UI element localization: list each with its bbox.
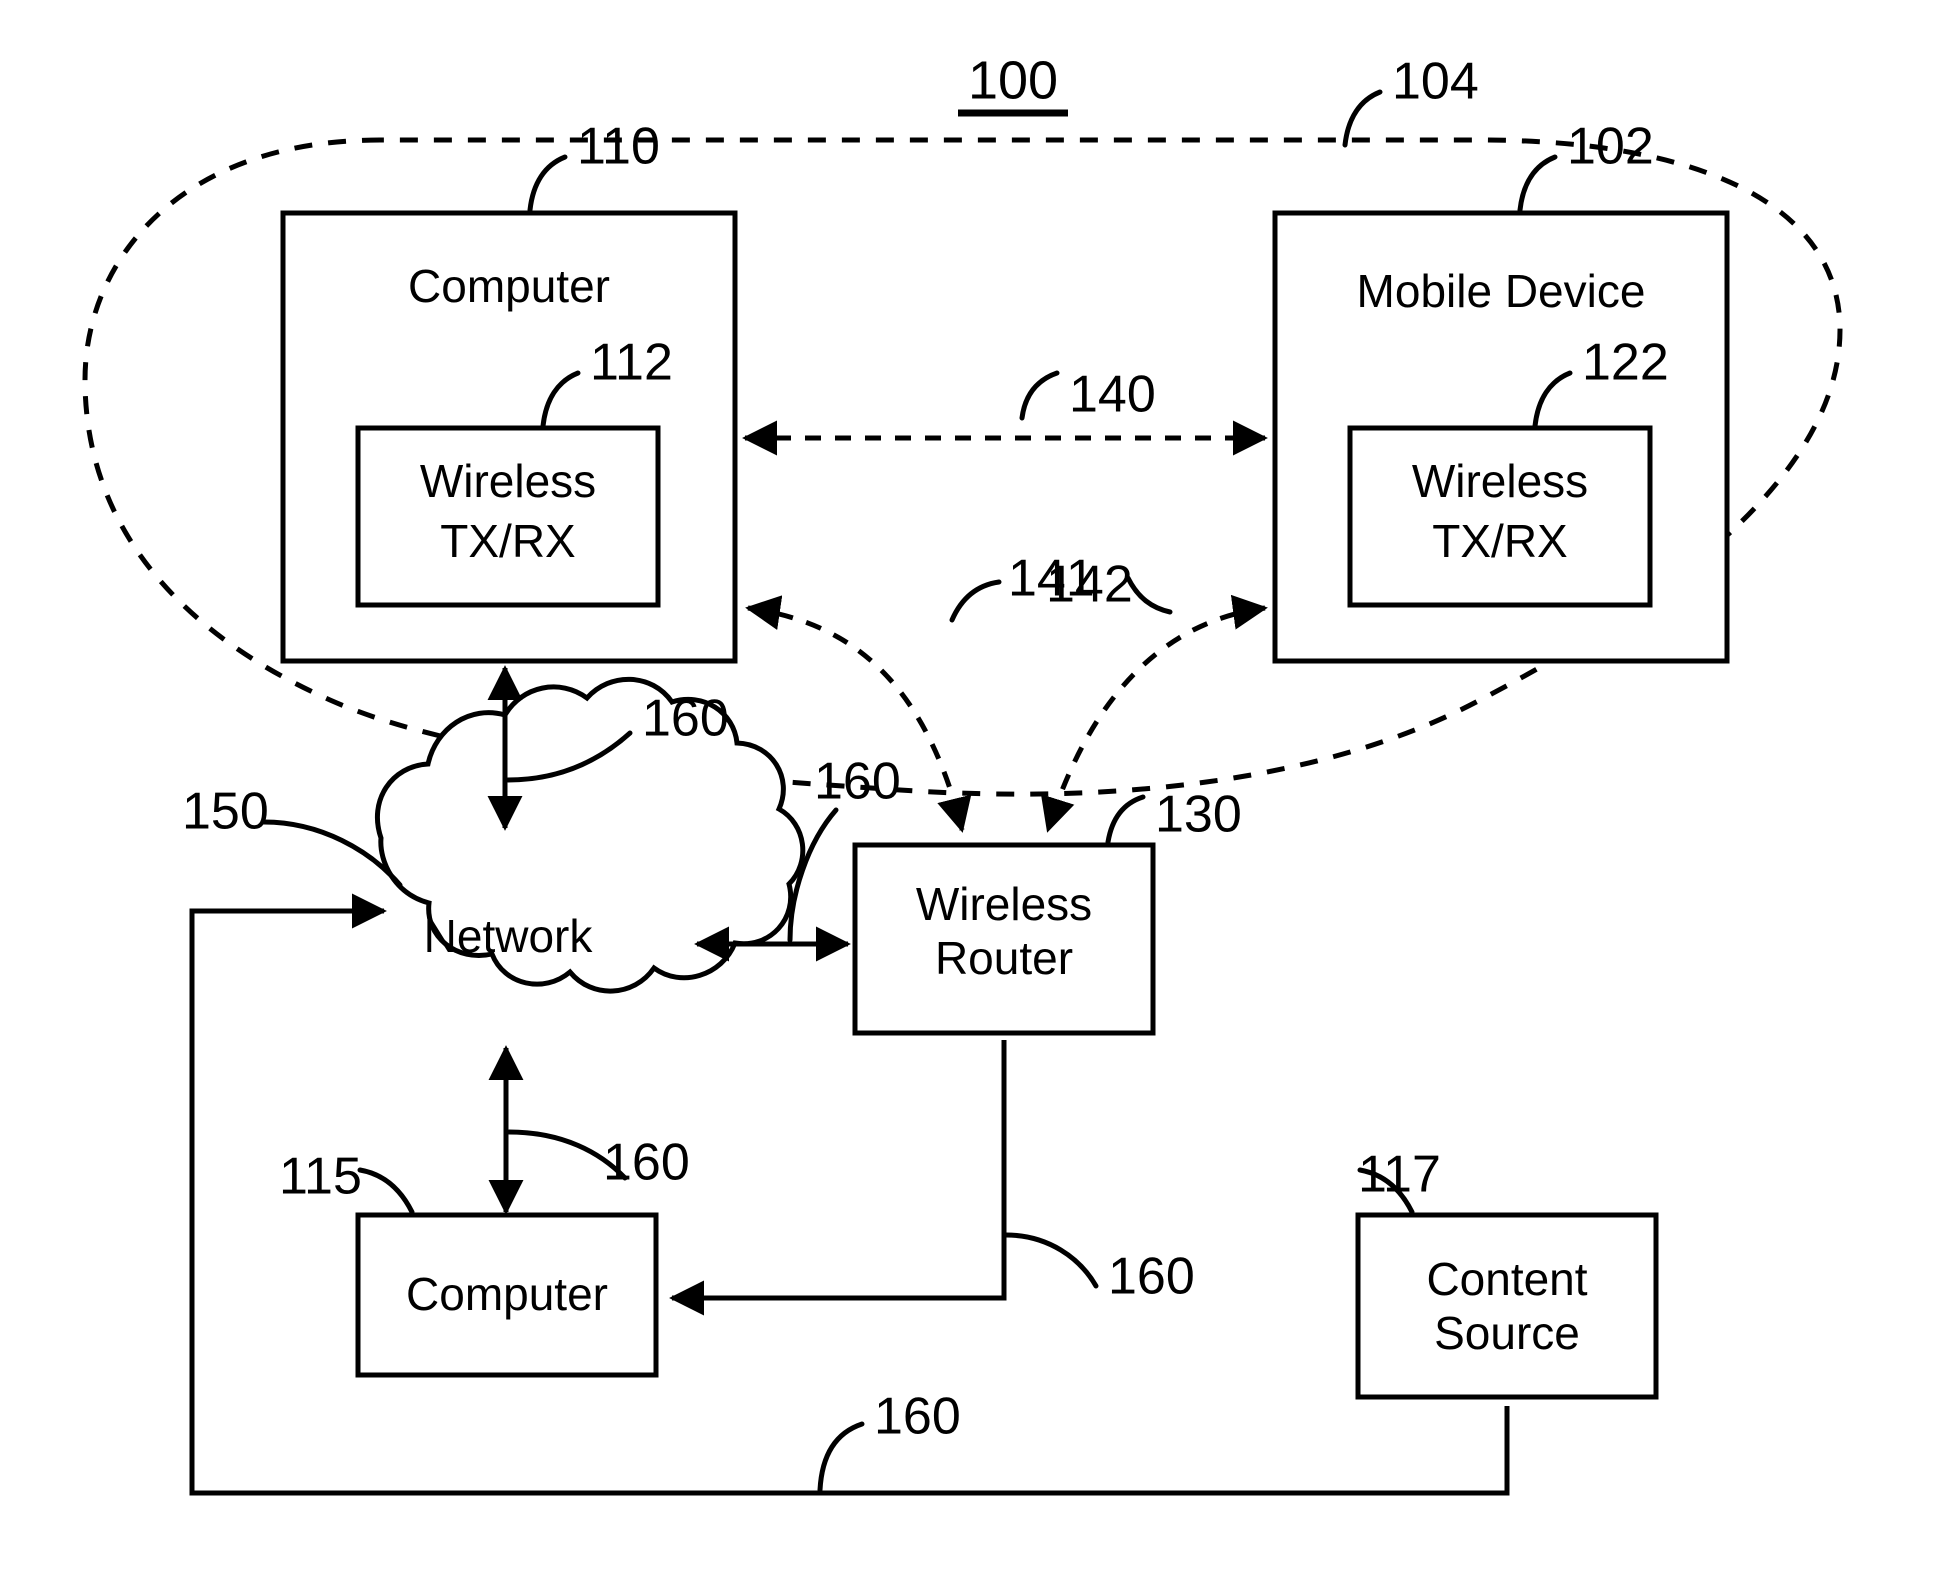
leader-line-141: [949, 579, 1002, 623]
leader-line-115: [357, 1167, 415, 1215]
leader-line-102: [1517, 154, 1558, 213]
ref-num-130: 130: [1155, 786, 1242, 844]
leader-line-110: [527, 154, 568, 213]
ref-num-160-a: 160: [642, 690, 729, 748]
mobile-device-wireless-txrx-line2: TX/RX: [1432, 515, 1567, 567]
link-160-router-computer115: [669, 1040, 1007, 1316]
content-source-line1: Content: [1426, 1253, 1587, 1305]
leader-line-104: [1342, 89, 1383, 148]
ref-num-104: 104: [1392, 53, 1479, 111]
ref-num-117: 117: [1358, 1146, 1441, 1204]
wireless-router-line2: Router: [935, 932, 1073, 984]
mobile-device-wireless-txrx-line1: Wireless: [1412, 455, 1588, 507]
computer-115-label: Computer: [406, 1268, 608, 1320]
computer-110-label: Computer: [408, 260, 610, 312]
patent-figure-canvas: 100 104 Computer 110 Wireless TX/RX 112 …: [0, 0, 1936, 1578]
leader-line-160-d: [1003, 1232, 1099, 1289]
figure-number: 100: [968, 50, 1058, 110]
ref-num-150: 150: [182, 783, 269, 841]
ref-num-112: 112: [590, 334, 673, 392]
content-source-117-box: [1355, 1212, 1659, 1400]
ref-num-140: 140: [1069, 366, 1156, 424]
wireless-router-line1: Wireless: [916, 878, 1092, 930]
leader-line-140: [1019, 370, 1060, 421]
ref-num-115: 115: [279, 1148, 362, 1206]
computer-110-wireless-txrx-line2: TX/RX: [440, 515, 575, 567]
ref-num-160-d: 160: [1108, 1248, 1195, 1306]
network-label: Network: [424, 910, 594, 962]
leader-line-160-e: [817, 1421, 865, 1493]
ref-num-160-c: 160: [603, 1134, 690, 1192]
ref-num-160-e: 160: [874, 1388, 961, 1446]
network-architecture-diagram: 100 104 Computer 110 Wireless TX/RX 112 …: [82, 50, 1843, 1496]
ref-num-102: 102: [1567, 118, 1654, 176]
computer-110-wireless-txrx-line1: Wireless: [420, 455, 596, 507]
ref-num-110: 110: [577, 118, 660, 176]
ref-num-122: 122: [1582, 334, 1669, 392]
ref-num-142: 142: [1046, 556, 1133, 614]
leader-line-142: [1125, 575, 1173, 615]
ref-num-160-b: 160: [814, 753, 901, 811]
link-160-contentsource-network: [189, 893, 1510, 1496]
content-source-line2: Source: [1434, 1307, 1580, 1359]
leader-line-130: [1105, 794, 1146, 845]
mobile-device-102-label: Mobile Device: [1357, 265, 1646, 317]
